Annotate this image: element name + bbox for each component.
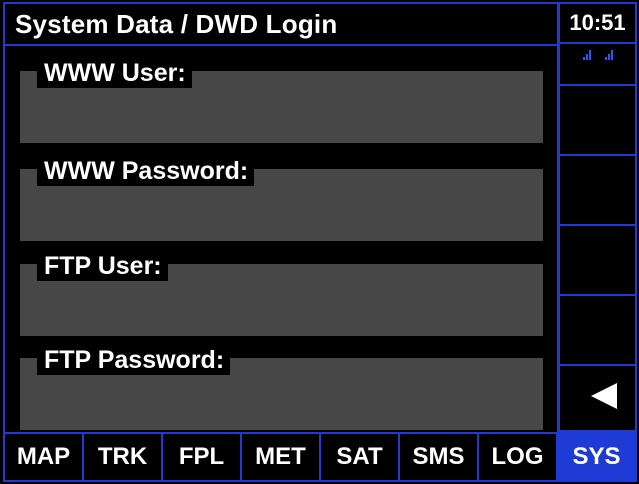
- signal-bars-icon: [582, 50, 591, 60]
- tab-sms[interactable]: SMS: [400, 434, 479, 480]
- side-button-2[interactable]: [560, 156, 635, 226]
- signal-bars-icon: [604, 50, 613, 60]
- bottom-tab-bar: MAP TRK FPL MET SAT SMS LOG SYS: [3, 432, 637, 482]
- tab-trk[interactable]: TRK: [84, 434, 163, 480]
- login-form: WWW User: WWW Password: FTP User: FTP Pa…: [3, 46, 559, 432]
- ftp-password-label: FTP Password:: [37, 345, 231, 375]
- ftp-user-label: FTP User:: [37, 251, 168, 281]
- side-button-1[interactable]: [560, 86, 635, 156]
- clock: 10:51: [560, 4, 635, 44]
- title-bar: System Data / DWD Login: [3, 2, 559, 46]
- side-button-4[interactable]: [560, 296, 635, 366]
- tab-sys[interactable]: SYS: [558, 434, 635, 480]
- back-button[interactable]: [560, 366, 635, 426]
- page-title: System Data / DWD Login: [15, 8, 338, 39]
- www-user-label: WWW User:: [37, 58, 192, 88]
- tab-map[interactable]: MAP: [5, 434, 84, 480]
- www-password-label: WWW Password:: [37, 156, 255, 186]
- tab-sat[interactable]: SAT: [321, 434, 400, 480]
- tab-log[interactable]: LOG: [479, 434, 558, 480]
- back-arrow-icon: [590, 383, 617, 409]
- side-panel: 10:51: [558, 2, 637, 432]
- signal-status: [560, 44, 635, 86]
- device-screen: System Data / DWD Login 10:51 WWW User: …: [0, 0, 639, 484]
- tab-fpl[interactable]: FPL: [163, 434, 242, 480]
- side-button-3[interactable]: [560, 226, 635, 296]
- tab-met[interactable]: MET: [242, 434, 321, 480]
